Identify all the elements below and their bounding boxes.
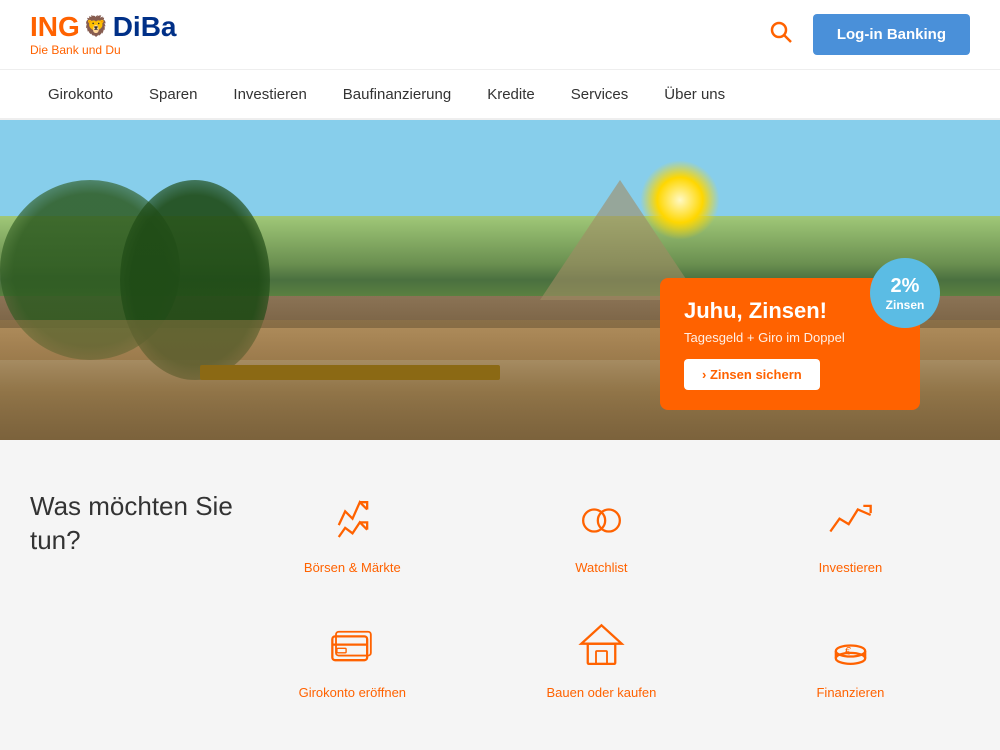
- investieren-icon: [820, 490, 880, 550]
- nav-item-sparen[interactable]: Sparen: [131, 69, 215, 119]
- lion-icon: 🦁: [84, 17, 109, 37]
- giro-icon-svg: [325, 618, 380, 673]
- bauen-icon: [571, 615, 631, 675]
- header-right: Log-in Banking: [769, 14, 970, 55]
- search-icon: [769, 20, 793, 44]
- actions-title-line1: Was möchten Sie: [30, 491, 233, 521]
- actions-grid: Börsen & Märkte Watchlist Investieren: [233, 480, 970, 710]
- boersen-label: Börsen & Märkte: [304, 560, 401, 575]
- house-icon-svg: [574, 618, 629, 673]
- action-bauen[interactable]: Bauen oder kaufen: [482, 605, 721, 710]
- invest-icon-svg: [823, 493, 878, 548]
- logo-diba-text: DiBa: [113, 13, 177, 41]
- action-finanzieren[interactable]: € Finanzieren: [731, 605, 970, 710]
- action-girokonto[interactable]: Girokonto eröffnen: [233, 605, 472, 710]
- finanzieren-icon: €: [820, 615, 880, 675]
- login-button[interactable]: Log-in Banking: [813, 14, 970, 55]
- hero-banner: 2% Zinsen Juhu, Zinsen! Tagesgeld + Giro…: [0, 120, 1000, 440]
- promo-card: 2% Zinsen Juhu, Zinsen! Tagesgeld + Giro…: [660, 278, 920, 410]
- logo-sub: Die Bank und Du: [30, 43, 121, 57]
- nav-item-ueber-uns[interactable]: Über uns: [646, 69, 743, 119]
- action-boersen[interactable]: Börsen & Märkte: [233, 480, 472, 585]
- action-watchlist[interactable]: Watchlist: [482, 480, 721, 585]
- logo-area: ING 🦁 DiBa Die Bank und Du: [30, 13, 176, 57]
- logo: ING 🦁 DiBa: [30, 13, 176, 41]
- actions-title-line2: tun?: [30, 525, 81, 555]
- nav-item-girokonto[interactable]: Girokonto: [30, 69, 131, 119]
- bauen-label: Bauen oder kaufen: [546, 685, 656, 700]
- nav-item-kredite[interactable]: Kredite: [469, 69, 553, 119]
- boersen-icon: [322, 490, 382, 550]
- girokonto-label: Girokonto eröffnen: [299, 685, 406, 700]
- promo-badge: 2% Zinsen: [870, 258, 940, 328]
- finance-icon-svg: €: [823, 618, 878, 673]
- logo-ing-text: ING: [30, 13, 80, 41]
- investieren-label: Investieren: [819, 560, 883, 575]
- nav-item-services[interactable]: Services: [553, 69, 647, 119]
- promo-cta-button[interactable]: › Zinsen sichern: [684, 359, 820, 390]
- main-nav: Girokonto Sparen Investieren Baufinanzie…: [0, 70, 1000, 120]
- actions-section: Was möchten Sie tun? Börsen & Märkte: [0, 440, 1000, 750]
- svg-text:€: €: [845, 645, 851, 657]
- watchlist-icon-svg: [574, 493, 629, 548]
- promo-subtitle: Tagesgeld + Giro im Doppel: [684, 330, 896, 345]
- promo-percent: 2%: [891, 274, 920, 298]
- dock: [200, 365, 500, 380]
- markets-icon-svg: [325, 493, 380, 548]
- action-investieren[interactable]: Investieren: [731, 480, 970, 585]
- nav-item-baufinanzierung[interactable]: Baufinanzierung: [325, 69, 469, 119]
- watchlist-icon: [571, 490, 631, 550]
- search-button[interactable]: [769, 20, 793, 50]
- header: ING 🦁 DiBa Die Bank und Du Log-in Bankin…: [0, 0, 1000, 70]
- girokonto-icon: [322, 615, 382, 675]
- watchlist-label: Watchlist: [575, 560, 627, 575]
- nav-item-investieren[interactable]: Investieren: [215, 69, 324, 119]
- promo-badge-label: Zinsen: [886, 298, 925, 312]
- promo-title: Juhu, Zinsen!: [684, 298, 896, 324]
- finanzieren-label: Finanzieren: [816, 685, 884, 700]
- actions-label: Was möchten Sie tun?: [30, 480, 233, 558]
